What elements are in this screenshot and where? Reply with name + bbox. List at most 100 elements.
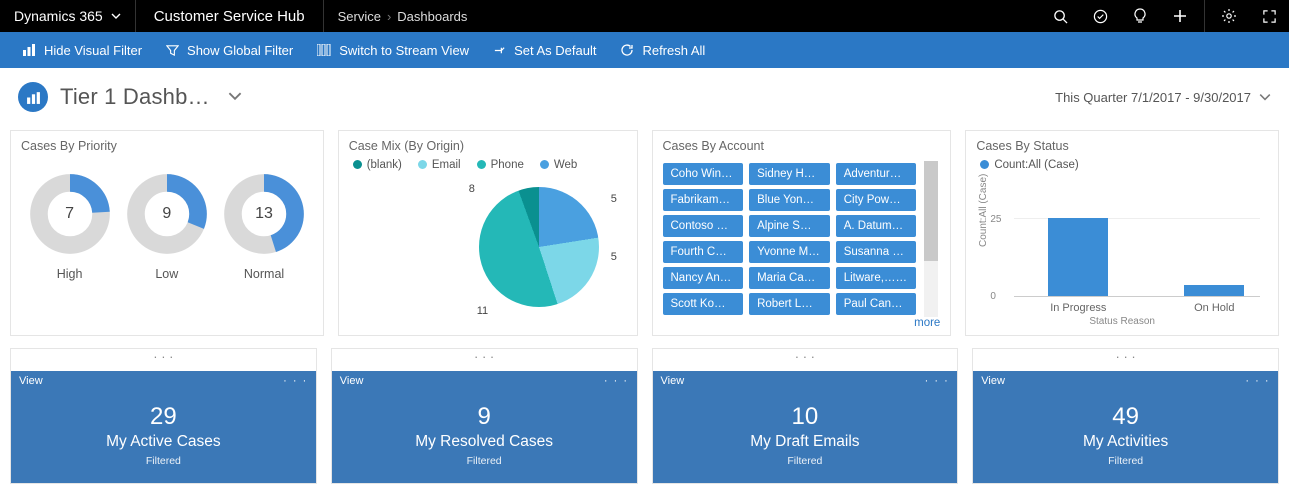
account-chip[interactable]: A. Datum… (1) [836,215,917,237]
chevron-down-icon [1259,91,1271,103]
set-default-button[interactable]: Set As Default [481,32,608,68]
pie-legend: (blank) Email Phone Web [353,159,627,171]
legend-item[interactable]: Email [418,159,461,171]
donut-normal[interactable]: 13 Normal [223,173,305,281]
account-chip[interactable]: Adventur… (1) [836,163,917,185]
legend-label: Web [554,159,577,171]
legend-swatch [353,160,362,169]
hide-visual-filter-button[interactable]: Hide Visual Filter [10,32,154,68]
pie-area: 8 5 5 11 [349,177,627,327]
legend-label: Count:All (Case) [994,159,1078,171]
view-label[interactable]: View [19,375,43,387]
stream-activities[interactable]: · · · View · · · 49 My Activities Filter… [972,348,1279,484]
stream-filtered: Filtered [338,455,631,467]
refresh-icon [620,43,634,57]
view-label[interactable]: View [661,375,685,387]
chart-row: Cases By Priority 7 High 9 Low 13 [0,130,1289,348]
donut-label: Normal [223,267,305,281]
donut-chart: 13 [223,173,305,255]
hub-title[interactable]: Customer Service Hub [136,0,324,32]
stream-header: View · · · [973,371,1278,391]
account-chip[interactable]: Fabrikam… (1) [663,189,744,211]
account-chip[interactable]: Fourth C… (1) [663,241,744,263]
account-chip[interactable]: Coho Win… (2) [663,163,744,185]
account-chip[interactable]: City Pow… (1) [836,189,917,211]
y-tick: 0 [990,291,996,302]
pie-point-label: 8 [469,183,475,195]
donut-high[interactable]: 7 High [29,173,111,281]
card-menu-icon[interactable]: · · · [973,349,1278,371]
chart-icon [22,43,36,57]
account-chip[interactable]: Blue Yon… (1) [749,189,830,211]
kebab-icon[interactable]: · · · [604,375,629,387]
card-menu-icon[interactable]: · · · [653,349,958,371]
bar-in-progress[interactable] [1048,218,1108,296]
view-label[interactable]: View [981,375,1005,387]
scrollbar-thumb[interactable] [924,161,938,261]
breadcrumb-dashboards[interactable]: Dashboards [397,9,467,24]
account-chip[interactable]: Robert L… (1) [749,293,830,315]
bar-plot[interactable]: 25 0 In Progress On Hold [1014,185,1260,297]
search-icon[interactable] [1040,0,1080,32]
stream-active-cases[interactable]: · · · View · · · 29 My Active Cases Filt… [10,348,317,484]
task-icon[interactable] [1080,0,1120,32]
date-range-picker[interactable]: This Quarter 7/1/2017 - 9/30/2017 [1055,90,1271,105]
account-chip[interactable]: Sidney H… (1) [749,163,830,185]
account-chip[interactable]: Litware,… (1) [836,267,917,289]
card-title: Cases By Status [976,139,1268,153]
app-name: Dynamics 365 [14,8,103,24]
gear-icon[interactable] [1209,0,1249,32]
kebab-icon[interactable]: · · · [925,375,950,387]
cmd-label: Refresh All [642,43,705,58]
pie-chart[interactable] [479,187,599,307]
lightbulb-icon[interactable] [1120,0,1160,32]
bar-legend[interactable]: Count:All (Case) [980,159,1268,171]
show-global-filter-button[interactable]: Show Global Filter [154,32,305,68]
account-chip[interactable]: Paul Can… (1) [836,293,917,315]
breadcrumb-separator: › [387,9,391,24]
breadcrumb-service[interactable]: Service [338,9,381,24]
card-menu-icon[interactable]: · · · [332,349,637,371]
donut-value: 9 [126,173,208,255]
bar-on-hold[interactable] [1184,285,1244,296]
card-menu-icon[interactable]: · · · [11,349,316,371]
account-chip[interactable]: Contoso … (1) [663,215,744,237]
kebab-icon[interactable]: · · · [1245,375,1270,387]
card-title: Cases By Account [663,139,941,153]
legend-item[interactable]: (blank) [353,159,402,171]
stream-title: My Resolved Cases [338,433,631,451]
stream-count: 9 [338,403,631,431]
dashboard-picker[interactable] [228,89,242,106]
top-bar: Dynamics 365 Customer Service Hub Servic… [0,0,1289,32]
cases-by-priority-card: Cases By Priority 7 High 9 Low 13 [10,130,324,336]
stream-resolved-cases[interactable]: · · · View · · · 9 My Resolved Cases Fil… [331,348,638,484]
stream-header: View · · · [11,371,316,391]
switch-stream-view-button[interactable]: Switch to Stream View [305,32,481,68]
account-chip[interactable]: Scott Ko… (1) [663,293,744,315]
legend-item[interactable]: Web [540,159,577,171]
refresh-all-button[interactable]: Refresh All [608,32,717,68]
app-switcher[interactable]: Dynamics 365 [0,0,136,32]
view-label[interactable]: View [340,375,364,387]
more-link[interactable]: more [910,317,940,329]
legend-item[interactable]: Phone [477,159,524,171]
account-chip[interactable]: Susanna … (1) [836,241,917,263]
donut-value: 13 [223,173,305,255]
account-chip[interactable]: Yvonne M… (1) [749,241,830,263]
account-chip[interactable]: Alpine S… (1) [749,215,830,237]
stream-title: My Draft Emails [659,433,952,451]
add-icon[interactable] [1160,0,1200,32]
stream-count: 29 [17,403,310,431]
fullscreen-icon[interactable] [1249,0,1289,32]
stream-header: View · · · [653,371,958,391]
command-bar: Hide Visual Filter Show Global Filter Sw… [0,32,1289,68]
top-bar-right [1040,0,1289,32]
kebab-icon[interactable]: · · · [283,375,308,387]
account-chip[interactable]: Maria Ca… (1) [749,267,830,289]
account-chip[interactable]: Nancy An… (1) [663,267,744,289]
stream-draft-emails[interactable]: · · · View · · · 10 My Draft Emails Filt… [652,348,959,484]
legend-label: Email [432,159,461,171]
stream-title: My Activities [979,433,1272,451]
dashboard-title[interactable]: Tier 1 Dashb… [60,84,210,110]
donut-low[interactable]: 9 Low [126,173,208,281]
